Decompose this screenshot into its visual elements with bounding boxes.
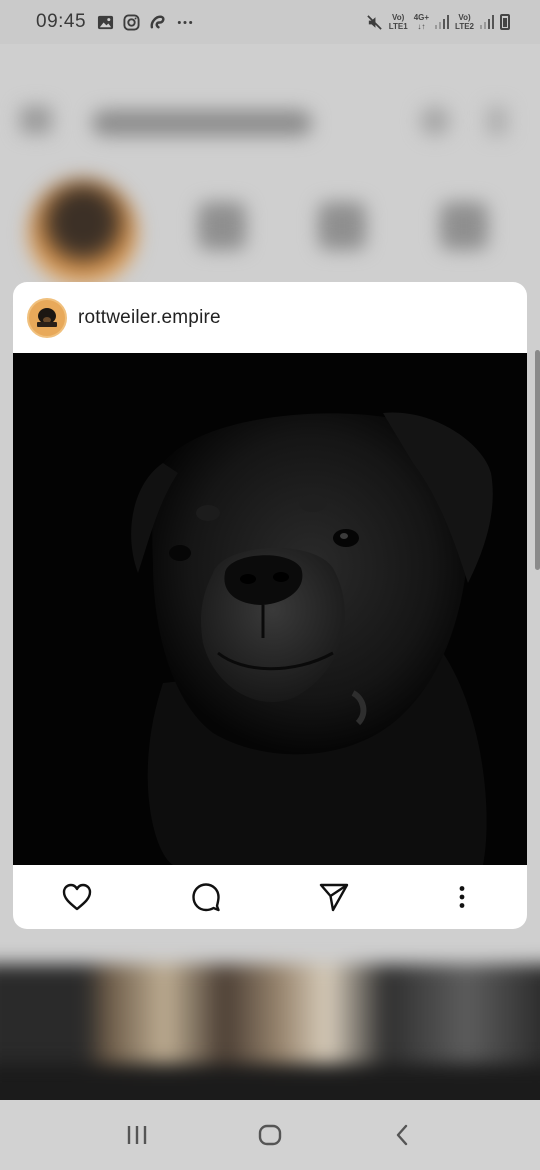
more-options-button[interactable] <box>442 865 482 929</box>
rottweiler-avatar-icon <box>31 301 63 334</box>
home-icon <box>258 1124 282 1146</box>
airtel-icon <box>150 15 165 28</box>
recent-apps-icon <box>127 1126 146 1144</box>
sim2-label-bottom: LTE2 <box>455 22 474 31</box>
profile-avatar[interactable] <box>27 297 67 338</box>
sim2-label: Vo) LTE2 <box>455 13 474 31</box>
comment-icon <box>192 883 220 912</box>
system-navigation-bar <box>0 1100 540 1170</box>
background-stat-posts <box>198 202 246 250</box>
network-type-label: 4G+ ↓↑ <box>414 13 429 31</box>
signal-icon <box>435 15 450 29</box>
heart-icon <box>62 883 92 911</box>
background-bell-icon <box>420 106 450 136</box>
network-type-text: 4G+ <box>413 13 430 22</box>
background-username <box>92 110 312 136</box>
sim1-label-bottom: LTE1 <box>388 22 408 31</box>
gallery-icon <box>97 15 114 29</box>
status-time: 09:45 <box>36 11 87 32</box>
background-stat-following <box>440 202 488 250</box>
battery-icon <box>500 14 510 30</box>
signal-icon-sim2 <box>480 15 494 29</box>
sim1-label-top: Vo) <box>392 13 405 22</box>
sim1-label: Vo) LTE1 <box>389 13 408 31</box>
back-button[interactable] <box>383 1115 423 1155</box>
mute-icon <box>367 14 382 30</box>
background-more-icon <box>486 106 508 136</box>
back-icon <box>397 1124 408 1146</box>
status-right-icons: Vo) LTE1 4G+ ↓↑ Vo) LTE2 <box>366 13 510 31</box>
recent-apps-button[interactable] <box>117 1115 157 1155</box>
share-icon <box>319 883 349 912</box>
post-preview-card: rottweiler.empire <box>13 282 527 929</box>
home-button[interactable] <box>250 1115 290 1155</box>
more-vertical-icon <box>459 886 465 908</box>
more-dots-icon <box>177 20 193 24</box>
post-username[interactable]: rottweiler.empire <box>78 307 221 329</box>
instagram-icon <box>123 13 140 31</box>
background-profile-avatar <box>28 178 138 288</box>
rottweiler-photo <box>13 353 527 865</box>
data-arrows-icon: ↓↑ <box>417 22 426 31</box>
background-post-grid-row <box>0 1064 540 1100</box>
post-image[interactable] <box>13 353 527 865</box>
share-button[interactable] <box>314 865 354 929</box>
status-left-icons <box>97 13 195 31</box>
like-button[interactable] <box>57 865 97 929</box>
comment-button[interactable] <box>186 865 226 929</box>
background-back-arrow <box>20 106 52 134</box>
background-stat-followers <box>318 202 366 250</box>
scrollbar[interactable] <box>535 350 540 570</box>
post-action-bar <box>13 865 527 929</box>
post-header: rottweiler.empire <box>13 282 527 353</box>
sim2-label-top: Vo) <box>458 13 471 22</box>
status-bar: 09:45 Vo) LTE1 4G+ ↓↑ Vo) LTE2 <box>0 0 540 44</box>
